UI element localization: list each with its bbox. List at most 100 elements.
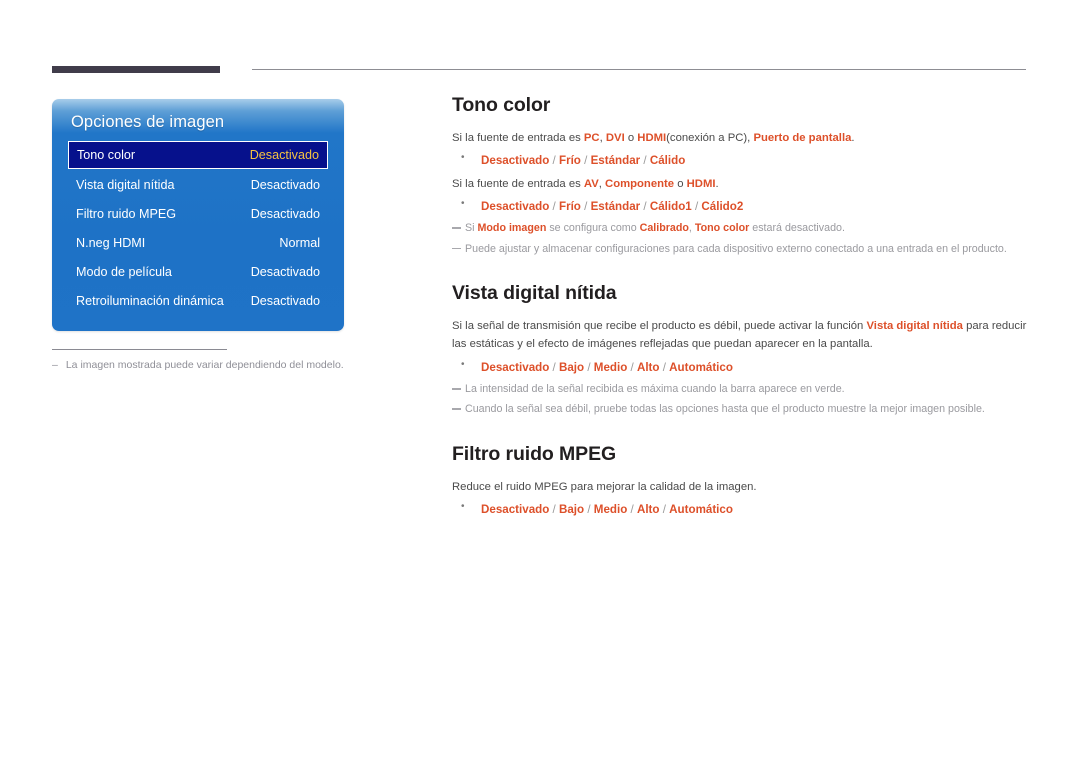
option-alto: Alto: [636, 360, 660, 374]
filtro-mpeg-options: Desactivado / Bajo / Medio / Alto / Auto…: [452, 498, 1028, 520]
osd-row-value: Desactivado: [250, 264, 320, 279]
tono-color-note-2: Puede ajustar y almacenar configuracione…: [452, 241, 1028, 258]
osd-row-retroiluminacion-dinamica[interactable]: Retroiluminación dinámica Desactivado: [68, 286, 328, 315]
section-title: Tono color: [452, 94, 551, 116]
text-fragment: Si la señal de transmisión que recibe el…: [452, 320, 867, 333]
option-frio: Frío: [558, 154, 581, 168]
option-medio: Medio: [593, 360, 628, 374]
option-list-item: Desactivado / Bajo / Medio / Alto / Auto…: [452, 356, 1028, 378]
osd-footnote: – La imagen mostrada puede variar depend…: [52, 359, 344, 373]
text-fragment: o: [624, 132, 638, 144]
option-automatico: Automático: [669, 503, 733, 517]
option-separator: /: [659, 503, 670, 517]
text-fragment: Si la fuente de entrada es: [452, 177, 584, 190]
option-list-item: Desactivado / Bajo / Medio / Alto / Auto…: [452, 498, 1028, 520]
option-estandar: Estándar: [590, 200, 641, 214]
footnote-text: La imagen mostrada puede variar dependie…: [65, 359, 344, 371]
option-bajo: Bajo: [558, 360, 585, 374]
text-fragment: (conexión a PC),: [666, 132, 754, 144]
osd-row-tono-color[interactable]: Tono color Desactivado: [68, 141, 328, 169]
text-fragment: Si: [465, 222, 478, 235]
text-fragment: se configura como: [546, 222, 640, 235]
option-separator: /: [580, 154, 591, 168]
option-frio: Frío: [558, 200, 581, 214]
text-highlight-hdmi: HDMI: [686, 177, 716, 190]
left-column: Opciones de imagen Tono color Desactivad…: [52, 99, 344, 373]
option-separator: /: [627, 503, 637, 517]
option-separator: /: [549, 200, 559, 214]
vista-digital-note-1: La intensidad de la señal recibida es má…: [452, 381, 1028, 398]
section-filtro-ruido-mpeg: Filtro ruido MPEG Reduce el ruido MPEG p…: [452, 443, 1028, 521]
option-desactivado: Desactivado: [481, 503, 550, 517]
tono-color-input-line-1: Si la fuente de entrada es PC, DVI o HDM…: [452, 129, 1028, 147]
filtro-mpeg-paragraph: Reduce el ruido MPEG para mejorar la cal…: [452, 480, 757, 493]
osd-row-value: Desactivado: [250, 206, 320, 221]
text-fragment: o: [674, 177, 687, 190]
option-separator: /: [584, 360, 594, 374]
osd-row-value: Desactivado: [249, 148, 319, 162]
option-separator: /: [640, 154, 650, 168]
osd-row-n-neg-hdmi[interactable]: N.neg HDMI Normal: [68, 228, 328, 257]
text-fragment: estará desactivado.: [749, 222, 845, 235]
option-medio: Medio: [593, 503, 628, 517]
option-separator: /: [627, 360, 637, 374]
text-highlight-modo-imagen: Modo imagen: [477, 222, 547, 235]
section-tono-color: Tono color Si la fuente de entrada es PC…: [452, 94, 1028, 258]
header-accent-bar: [52, 66, 220, 73]
option-separator: /: [584, 503, 594, 517]
text-highlight-tono-color: Tono color: [694, 222, 750, 235]
option-estandar: Estándar: [590, 154, 641, 168]
text-highlight-pc: PC: [583, 132, 600, 144]
text-highlight-componente: Componente: [605, 177, 675, 190]
osd-row-value: Desactivado: [250, 293, 320, 308]
option-desactivado: Desactivado: [481, 154, 550, 168]
option-list-item: Desactivado / Frío / Estándar / Cálido: [452, 149, 1028, 171]
osd-row-label: Modo de película: [76, 264, 172, 279]
text-highlight-hdmi: HDMI: [637, 132, 667, 144]
section-title: Filtro ruido MPEG: [452, 442, 617, 465]
vista-digital-options: Desactivado / Bajo / Medio / Alto / Auto…: [452, 356, 1028, 378]
option-separator: /: [691, 200, 702, 214]
option-separator: /: [580, 200, 591, 214]
option-automatico: Automático: [669, 360, 733, 374]
option-desactivado: Desactivado: [481, 360, 550, 374]
header-divider-line: [252, 69, 1026, 70]
vista-digital-paragraph: Si la señal de transmisión que recibe el…: [452, 317, 1028, 354]
osd-row-vista-digital-nitida[interactable]: Vista digital nítida Desactivado: [68, 170, 328, 199]
osd-row-filtro-ruido-mpeg[interactable]: Filtro ruido MPEG Desactivado: [68, 199, 328, 228]
text-highlight-av: AV: [583, 177, 599, 190]
text-highlight-dvi: DVI: [605, 132, 625, 144]
option-separator: /: [659, 360, 670, 374]
right-column: Tono color Si la fuente de entrada es PC…: [452, 94, 1028, 524]
text-fragment: .: [851, 132, 855, 144]
osd-row-modo-de-pelicula[interactable]: Modo de película Desactivado: [68, 257, 328, 286]
text-highlight-vista-digital-nitida: Vista digital nítida: [866, 320, 963, 333]
text-highlight-puerto-pantalla: Puerto de pantalla: [753, 132, 852, 144]
option-desactivado: Desactivado: [481, 200, 550, 214]
section-title: Vista digital nítida: [452, 282, 617, 305]
tono-color-options-pc: Desactivado / Frío / Estándar / Cálido: [452, 149, 1028, 171]
option-calido: Cálido: [649, 154, 686, 168]
option-calido2: Cálido2: [701, 200, 744, 214]
osd-panel-title: Opciones de imagen: [71, 113, 225, 131]
option-list-item: Desactivado / Frío / Estándar / Cálido1 …: [452, 195, 1028, 217]
osd-menu-panel: Opciones de imagen Tono color Desactivad…: [52, 99, 344, 331]
option-separator: /: [549, 503, 559, 517]
osd-row-label: Vista digital nítida: [76, 177, 175, 192]
option-separator: /: [549, 360, 559, 374]
option-calido1: Cálido1: [649, 200, 692, 214]
text-fragment: .: [715, 177, 719, 190]
option-separator: /: [640, 200, 650, 214]
tono-color-note-1: Si Modo imagen se configura como Calibra…: [452, 220, 1028, 237]
tono-color-options-av: Desactivado / Frío / Estándar / Cálido1 …: [452, 195, 1028, 217]
section-vista-digital-nitida: Vista digital nítida Si la señal de tran…: [452, 282, 1028, 419]
text-highlight-calibrado: Calibrado: [639, 222, 689, 235]
footnote-dash: –: [52, 359, 58, 371]
text-fragment: Si la fuente de entrada es: [452, 132, 584, 144]
osd-row-label: Filtro ruido MPEG: [76, 206, 177, 221]
option-alto: Alto: [636, 503, 660, 517]
osd-row-value: Normal: [279, 235, 320, 250]
tono-color-input-line-2: Si la fuente de entrada es AV, Component…: [452, 175, 1028, 193]
osd-row-value: Desactivado: [250, 177, 320, 192]
option-bajo: Bajo: [558, 503, 585, 517]
